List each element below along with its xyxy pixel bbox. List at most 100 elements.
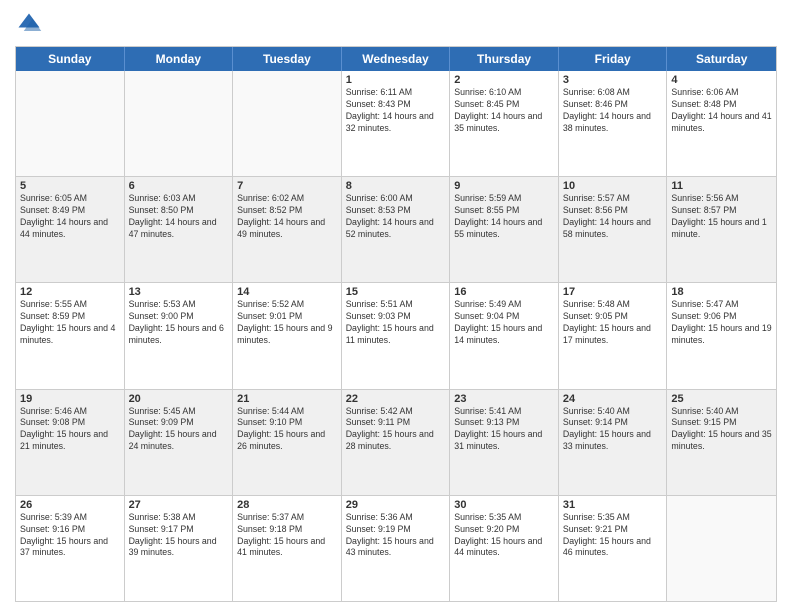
- cell-detail: Sunrise: 5:45 AM Sunset: 9:09 PM Dayligh…: [129, 406, 229, 454]
- day-cell-15: 15Sunrise: 5:51 AM Sunset: 9:03 PM Dayli…: [342, 283, 451, 388]
- empty-cell: [667, 496, 776, 601]
- day-number: 17: [563, 286, 663, 298]
- cell-detail: Sunrise: 6:05 AM Sunset: 8:49 PM Dayligh…: [20, 193, 120, 241]
- cell-detail: Sunrise: 5:56 AM Sunset: 8:57 PM Dayligh…: [671, 193, 772, 241]
- empty-cell: [233, 71, 342, 176]
- day-number: 4: [671, 74, 772, 86]
- logo: [15, 10, 47, 38]
- cell-detail: Sunrise: 6:06 AM Sunset: 8:48 PM Dayligh…: [671, 87, 772, 135]
- cell-detail: Sunrise: 6:03 AM Sunset: 8:50 PM Dayligh…: [129, 193, 229, 241]
- cell-detail: Sunrise: 6:11 AM Sunset: 8:43 PM Dayligh…: [346, 87, 446, 135]
- day-cell-7: 7Sunrise: 6:02 AM Sunset: 8:52 PM Daylig…: [233, 177, 342, 282]
- day-header-saturday: Saturday: [667, 47, 776, 71]
- day-header-tuesday: Tuesday: [233, 47, 342, 71]
- day-cell-13: 13Sunrise: 5:53 AM Sunset: 9:00 PM Dayli…: [125, 283, 234, 388]
- day-number: 25: [671, 393, 772, 405]
- cell-detail: Sunrise: 5:48 AM Sunset: 9:05 PM Dayligh…: [563, 299, 663, 347]
- day-number: 5: [20, 180, 120, 192]
- day-cell-30: 30Sunrise: 5:35 AM Sunset: 9:20 PM Dayli…: [450, 496, 559, 601]
- day-header-monday: Monday: [125, 47, 234, 71]
- cell-detail: Sunrise: 5:46 AM Sunset: 9:08 PM Dayligh…: [20, 406, 120, 454]
- day-number: 10: [563, 180, 663, 192]
- cell-detail: Sunrise: 6:00 AM Sunset: 8:53 PM Dayligh…: [346, 193, 446, 241]
- calendar-week-2: 5Sunrise: 6:05 AM Sunset: 8:49 PM Daylig…: [16, 177, 776, 283]
- day-cell-14: 14Sunrise: 5:52 AM Sunset: 9:01 PM Dayli…: [233, 283, 342, 388]
- day-cell-22: 22Sunrise: 5:42 AM Sunset: 9:11 PM Dayli…: [342, 390, 451, 495]
- day-number: 21: [237, 393, 337, 405]
- day-cell-9: 9Sunrise: 5:59 AM Sunset: 8:55 PM Daylig…: [450, 177, 559, 282]
- day-cell-1: 1Sunrise: 6:11 AM Sunset: 8:43 PM Daylig…: [342, 71, 451, 176]
- cell-detail: Sunrise: 5:55 AM Sunset: 8:59 PM Dayligh…: [20, 299, 120, 347]
- day-cell-28: 28Sunrise: 5:37 AM Sunset: 9:18 PM Dayli…: [233, 496, 342, 601]
- day-cell-16: 16Sunrise: 5:49 AM Sunset: 9:04 PM Dayli…: [450, 283, 559, 388]
- header: [15, 10, 777, 38]
- cell-detail: Sunrise: 5:52 AM Sunset: 9:01 PM Dayligh…: [237, 299, 337, 347]
- day-cell-24: 24Sunrise: 5:40 AM Sunset: 9:14 PM Dayli…: [559, 390, 668, 495]
- calendar-week-5: 26Sunrise: 5:39 AM Sunset: 9:16 PM Dayli…: [16, 496, 776, 601]
- day-cell-29: 29Sunrise: 5:36 AM Sunset: 9:19 PM Dayli…: [342, 496, 451, 601]
- day-number: 11: [671, 180, 772, 192]
- day-number: 27: [129, 499, 229, 511]
- day-header-sunday: Sunday: [16, 47, 125, 71]
- cell-detail: Sunrise: 5:47 AM Sunset: 9:06 PM Dayligh…: [671, 299, 772, 347]
- day-number: 14: [237, 286, 337, 298]
- day-number: 7: [237, 180, 337, 192]
- day-header-thursday: Thursday: [450, 47, 559, 71]
- day-cell-20: 20Sunrise: 5:45 AM Sunset: 9:09 PM Dayli…: [125, 390, 234, 495]
- cell-detail: Sunrise: 5:36 AM Sunset: 9:19 PM Dayligh…: [346, 512, 446, 560]
- cell-detail: Sunrise: 6:02 AM Sunset: 8:52 PM Dayligh…: [237, 193, 337, 241]
- calendar-header-row: SundayMondayTuesdayWednesdayThursdayFrid…: [16, 47, 776, 71]
- day-header-wednesday: Wednesday: [342, 47, 451, 71]
- day-number: 18: [671, 286, 772, 298]
- cell-detail: Sunrise: 5:40 AM Sunset: 9:15 PM Dayligh…: [671, 406, 772, 454]
- calendar-week-3: 12Sunrise: 5:55 AM Sunset: 8:59 PM Dayli…: [16, 283, 776, 389]
- day-number: 28: [237, 499, 337, 511]
- day-cell-17: 17Sunrise: 5:48 AM Sunset: 9:05 PM Dayli…: [559, 283, 668, 388]
- page: SundayMondayTuesdayWednesdayThursdayFrid…: [0, 0, 792, 612]
- day-cell-27: 27Sunrise: 5:38 AM Sunset: 9:17 PM Dayli…: [125, 496, 234, 601]
- day-cell-10: 10Sunrise: 5:57 AM Sunset: 8:56 PM Dayli…: [559, 177, 668, 282]
- day-number: 12: [20, 286, 120, 298]
- cell-detail: Sunrise: 5:39 AM Sunset: 9:16 PM Dayligh…: [20, 512, 120, 560]
- cell-detail: Sunrise: 5:40 AM Sunset: 9:14 PM Dayligh…: [563, 406, 663, 454]
- cell-detail: Sunrise: 5:37 AM Sunset: 9:18 PM Dayligh…: [237, 512, 337, 560]
- day-number: 26: [20, 499, 120, 511]
- day-number: 20: [129, 393, 229, 405]
- day-number: 6: [129, 180, 229, 192]
- day-number: 19: [20, 393, 120, 405]
- empty-cell: [16, 71, 125, 176]
- day-cell-3: 3Sunrise: 6:08 AM Sunset: 8:46 PM Daylig…: [559, 71, 668, 176]
- day-cell-25: 25Sunrise: 5:40 AM Sunset: 9:15 PM Dayli…: [667, 390, 776, 495]
- day-cell-5: 5Sunrise: 6:05 AM Sunset: 8:49 PM Daylig…: [16, 177, 125, 282]
- day-number: 9: [454, 180, 554, 192]
- logo-icon: [15, 10, 43, 38]
- day-cell-2: 2Sunrise: 6:10 AM Sunset: 8:45 PM Daylig…: [450, 71, 559, 176]
- day-cell-23: 23Sunrise: 5:41 AM Sunset: 9:13 PM Dayli…: [450, 390, 559, 495]
- day-number: 24: [563, 393, 663, 405]
- day-number: 16: [454, 286, 554, 298]
- day-cell-12: 12Sunrise: 5:55 AM Sunset: 8:59 PM Dayli…: [16, 283, 125, 388]
- cell-detail: Sunrise: 5:49 AM Sunset: 9:04 PM Dayligh…: [454, 299, 554, 347]
- cell-detail: Sunrise: 5:35 AM Sunset: 9:21 PM Dayligh…: [563, 512, 663, 560]
- day-number: 2: [454, 74, 554, 86]
- cell-detail: Sunrise: 6:08 AM Sunset: 8:46 PM Dayligh…: [563, 87, 663, 135]
- day-number: 22: [346, 393, 446, 405]
- day-cell-4: 4Sunrise: 6:06 AM Sunset: 8:48 PM Daylig…: [667, 71, 776, 176]
- day-cell-21: 21Sunrise: 5:44 AM Sunset: 9:10 PM Dayli…: [233, 390, 342, 495]
- empty-cell: [125, 71, 234, 176]
- day-number: 13: [129, 286, 229, 298]
- cell-detail: Sunrise: 5:38 AM Sunset: 9:17 PM Dayligh…: [129, 512, 229, 560]
- day-cell-11: 11Sunrise: 5:56 AM Sunset: 8:57 PM Dayli…: [667, 177, 776, 282]
- cell-detail: Sunrise: 5:53 AM Sunset: 9:00 PM Dayligh…: [129, 299, 229, 347]
- cell-detail: Sunrise: 5:42 AM Sunset: 9:11 PM Dayligh…: [346, 406, 446, 454]
- day-number: 15: [346, 286, 446, 298]
- day-number: 30: [454, 499, 554, 511]
- day-number: 31: [563, 499, 663, 511]
- day-cell-26: 26Sunrise: 5:39 AM Sunset: 9:16 PM Dayli…: [16, 496, 125, 601]
- day-number: 3: [563, 74, 663, 86]
- day-cell-8: 8Sunrise: 6:00 AM Sunset: 8:53 PM Daylig…: [342, 177, 451, 282]
- calendar-body: 1Sunrise: 6:11 AM Sunset: 8:43 PM Daylig…: [16, 71, 776, 601]
- day-header-friday: Friday: [559, 47, 668, 71]
- calendar-week-4: 19Sunrise: 5:46 AM Sunset: 9:08 PM Dayli…: [16, 390, 776, 496]
- day-number: 1: [346, 74, 446, 86]
